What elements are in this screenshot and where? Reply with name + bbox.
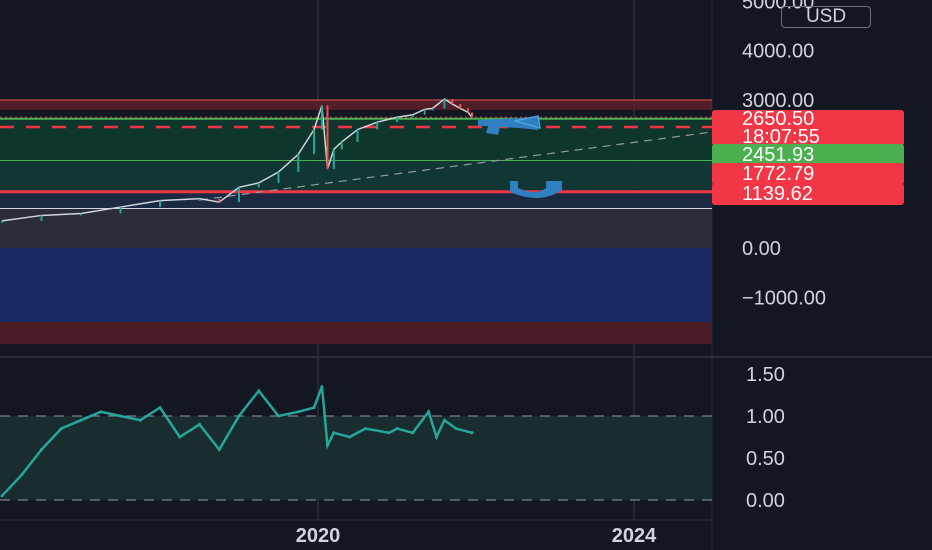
price-tick-label: 0.00 [742, 238, 781, 260]
candle[interactable] [467, 108, 470, 113]
oscillator-point [59, 427, 63, 431]
oscillator-point [325, 443, 329, 447]
oscillator-point [320, 385, 324, 389]
oscillator-point [277, 414, 280, 418]
oscillator-band [0, 416, 712, 500]
oscillator-point [198, 422, 201, 426]
candle[interactable] [332, 149, 335, 170]
candle[interactable] [198, 198, 201, 201]
candle[interactable] [411, 114, 414, 118]
oscillator-point [348, 435, 352, 439]
time-tick-label: 2024 [612, 525, 657, 547]
oscillator-point [363, 427, 367, 431]
oscillator-point [79, 418, 83, 422]
oscillator-point [40, 448, 43, 452]
oscillator-point [442, 418, 446, 422]
oscillator-point [158, 406, 162, 410]
candle[interactable] [326, 105, 329, 170]
candle[interactable] [320, 105, 323, 130]
oscillator-point [178, 435, 182, 439]
oscillator-point [20, 473, 24, 477]
oscillator-point [237, 414, 241, 418]
candle[interactable] [159, 200, 161, 208]
candle[interactable] [340, 141, 343, 150]
candle[interactable] [80, 213, 82, 216]
oscillator-tick-label: 1.00 [746, 406, 785, 428]
candle[interactable] [1, 220, 3, 223]
candle[interactable] [218, 198, 221, 203]
candle[interactable] [238, 187, 240, 203]
oscillator-point [99, 410, 103, 414]
demand-zone [0, 160, 712, 192]
candle[interactable] [431, 108, 434, 111]
deep-zone [0, 248, 712, 322]
oscillator-point [332, 431, 336, 435]
oscillator-point [395, 427, 399, 431]
candle[interactable] [313, 129, 316, 155]
time-tick-label: 2020 [296, 525, 341, 547]
oscillator-point [0, 494, 4, 498]
oscillator-point [470, 431, 474, 435]
level-tag-red-1: 1772.79 [712, 163, 904, 185]
candle[interactable] [40, 215, 43, 221]
oscillator-tick-label: 0.50 [746, 448, 785, 470]
price-tick-label: −1000.00 [742, 287, 826, 309]
oscillator-point [411, 431, 415, 435]
price-tick-label: 4000.00 [742, 41, 814, 63]
neutral-zone [0, 208, 712, 248]
oscillator-tick-label: 0.00 [746, 490, 785, 512]
bar-countdown-tag: 18:07:55 [712, 126, 904, 148]
level-tag-red-2: 1139.62 [712, 183, 904, 205]
price-zones [0, 100, 712, 344]
candle[interactable] [396, 117, 398, 123]
candle[interactable] [459, 103, 462, 109]
oscillator-point [387, 431, 391, 435]
candle[interactable] [356, 129, 359, 142]
support-zone [0, 118, 712, 161]
candle[interactable] [376, 122, 379, 130]
candle[interactable] [277, 172, 280, 183]
oscillator-point [257, 389, 261, 393]
candle[interactable] [257, 182, 260, 188]
candle[interactable] [451, 99, 454, 104]
candle[interactable] [119, 207, 122, 214]
candle[interactable] [423, 109, 426, 115]
currency-label[interactable]: USD [781, 6, 871, 28]
bottom-zone [0, 322, 712, 344]
oscillator-point [312, 406, 316, 410]
chart-canvas[interactable]: 5000.004000.003000.000.00−1000.001.501.0… [0, 0, 932, 550]
oscillator-point [138, 418, 142, 422]
candle[interactable] [297, 154, 300, 173]
oscillator-point [427, 410, 431, 414]
oscillator-point [435, 435, 438, 439]
candle[interactable] [443, 99, 446, 109]
lower-zone [0, 191, 712, 209]
candle[interactable] [471, 112, 474, 118]
oscillator-tick-label: 1.50 [746, 364, 785, 386]
oscillator-point [119, 414, 122, 418]
resistance-zone [0, 100, 712, 110]
oscillator-point [217, 448, 221, 452]
oscillator-point [454, 427, 458, 431]
oscillator-point [296, 410, 300, 414]
